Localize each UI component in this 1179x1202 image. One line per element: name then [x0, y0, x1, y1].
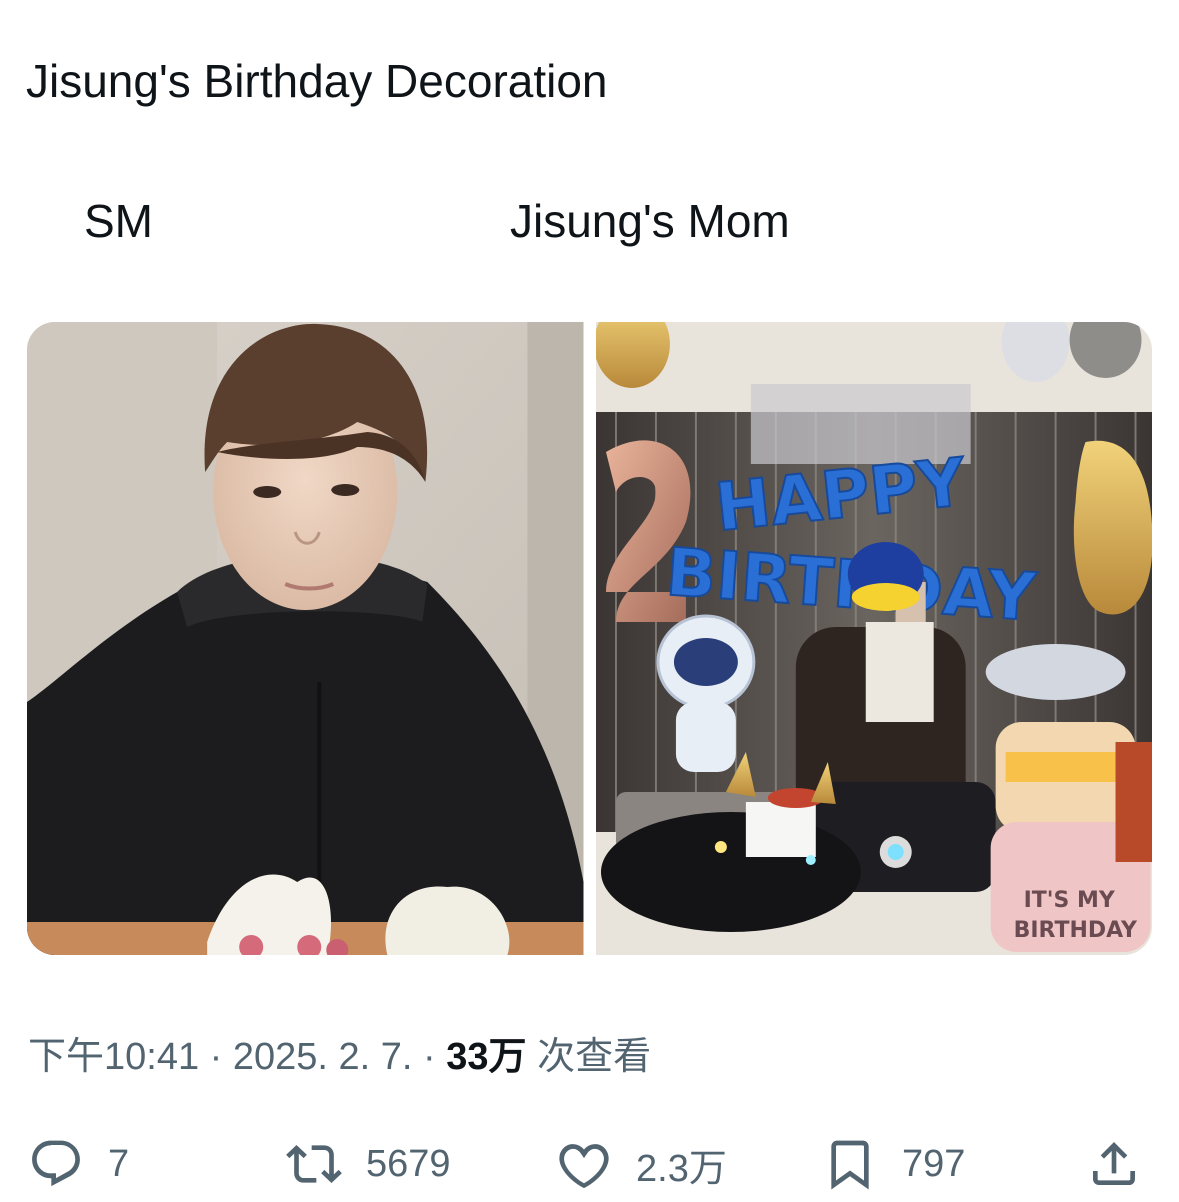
reply-button[interactable]: 7	[28, 1128, 129, 1200]
svg-text:BIRTHDAY: BIRTHDAY	[1013, 918, 1137, 943]
retweet-count: 5679	[366, 1142, 451, 1185]
retweet-button[interactable]: 5679	[286, 1128, 451, 1200]
like-button[interactable]: 2.3万	[556, 1128, 727, 1200]
reply-icon	[32, 1140, 80, 1187]
photo-right-image: HAPPY BIRTHDAY IT'S MY	[595, 322, 1152, 955]
retweet-icon	[286, 1145, 342, 1183]
bookmark-button[interactable]: 797	[822, 1128, 965, 1200]
photo-right[interactable]: HAPPY BIRTHDAY IT'S MY	[595, 322, 1152, 955]
share-button[interactable]	[1086, 1128, 1142, 1200]
photo-left[interactable]	[27, 322, 584, 955]
tweet-date[interactable]: 2025. 2. 7.	[233, 1036, 413, 1078]
media-grid: HAPPY BIRTHDAY IT'S MY	[27, 322, 1152, 955]
balloon-sign: IT'S MY	[1023, 888, 1115, 913]
action-bar: 7 5679 2.3万 797	[0, 1128, 1179, 1200]
caption-right: Jisung's Mom	[510, 195, 790, 247]
like-count: 2.3万	[636, 1147, 727, 1190]
caption-left: SM	[84, 195, 153, 247]
views-count: 33万	[446, 1036, 527, 1078]
bookmark-icon	[831, 1140, 869, 1190]
heart-icon	[559, 1144, 609, 1189]
photo-left-image	[27, 322, 584, 955]
share-icon	[1093, 1142, 1135, 1185]
bookmark-count: 797	[902, 1142, 966, 1185]
tweet-time[interactable]: 下午10:41	[28, 1036, 199, 1078]
reply-count: 7	[108, 1142, 130, 1185]
views-label: 次查看	[537, 1036, 652, 1078]
tweet-text: Jisung's Birthday Decoration	[26, 55, 608, 107]
tweet-meta: 下午10:41 · 2025. 2. 7. · 33万 次查看	[28, 1036, 652, 1078]
